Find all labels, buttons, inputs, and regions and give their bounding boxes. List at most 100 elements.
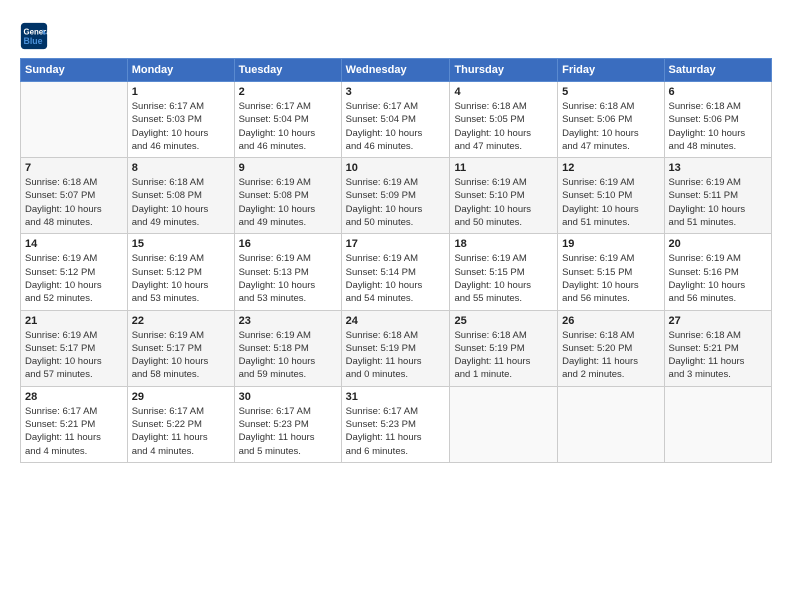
day-info: Sunrise: 6:18 AM Sunset: 5:05 PM Dayligh…: [454, 100, 553, 153]
logo: General Blue: [20, 22, 52, 50]
day-info: Sunrise: 6:19 AM Sunset: 5:17 PM Dayligh…: [25, 329, 123, 382]
calendar-cell: 6 Sunrise: 6:18 AM Sunset: 5:06 PM Daylig…: [664, 82, 771, 158]
day-info: Sunrise: 6:17 AM Sunset: 5:04 PM Dayligh…: [346, 100, 446, 153]
day-number: 11: [454, 162, 553, 174]
day-number: 17: [346, 238, 446, 250]
header-cell-sunday: Sunday: [21, 59, 128, 82]
day-number: 14: [25, 238, 123, 250]
day-info: Sunrise: 6:18 AM Sunset: 5:19 PM Dayligh…: [454, 329, 553, 382]
day-number: 8: [132, 162, 230, 174]
day-info: Sunrise: 6:18 AM Sunset: 5:06 PM Dayligh…: [669, 100, 767, 153]
day-info: Sunrise: 6:19 AM Sunset: 5:14 PM Dayligh…: [346, 252, 446, 305]
calendar-cell: 13Sunrise: 6:19 AM Sunset: 5:11 PM Dayli…: [664, 158, 771, 234]
day-number: 5: [562, 86, 659, 98]
calendar-cell: 10 Sunrise: 6:19 AM Sunset: 5:09 PM Dayli…: [341, 158, 450, 234]
calendar-body: 1Sunrise: 6:17 AM Sunset: 5:03 PM Daylig…: [21, 82, 772, 463]
calendar-cell: 30 Sunrise: 6:17 AM Sunset: 5:23 PM Dayli…: [234, 386, 341, 462]
header-cell-monday: Monday: [127, 59, 234, 82]
day-number: 6: [669, 86, 767, 98]
header-row: SundayMondayTuesdayWednesdayThursdayFrid…: [21, 59, 772, 82]
week-row-0: 1Sunrise: 6:17 AM Sunset: 5:03 PM Daylig…: [21, 82, 772, 158]
day-number: 13: [669, 162, 767, 174]
calendar-cell: 21 Sunrise: 6:19 AM Sunset: 5:17 PM Dayli…: [21, 310, 128, 386]
day-info: Sunrise: 6:18 AM Sunset: 5:08 PM Dayligh…: [132, 176, 230, 229]
calendar-cell: [21, 82, 128, 158]
svg-text:Blue: Blue: [24, 36, 43, 46]
calendar-table: SundayMondayTuesdayWednesdayThursdayFrid…: [20, 58, 772, 463]
week-row-1: 7 Sunrise: 6:18 AM Sunset: 5:07 PM Daylig…: [21, 158, 772, 234]
day-number: 23: [239, 315, 337, 327]
week-row-4: 28 Sunrise: 6:17 AM Sunset: 5:21 PM Dayli…: [21, 386, 772, 462]
calendar-cell: 12 Sunrise: 6:19 AM Sunset: 5:10 PM Dayli…: [558, 158, 664, 234]
day-info: Sunrise: 6:19 AM Sunset: 5:18 PM Dayligh…: [239, 329, 337, 382]
day-info: Sunrise: 6:18 AM Sunset: 5:21 PM Dayligh…: [669, 329, 767, 382]
day-number: 16: [239, 238, 337, 250]
calendar-cell: 5 Sunrise: 6:18 AM Sunset: 5:06 PM Daylig…: [558, 82, 664, 158]
calendar-cell: 22Sunrise: 6:19 AM Sunset: 5:17 PM Dayli…: [127, 310, 234, 386]
header-cell-wednesday: Wednesday: [341, 59, 450, 82]
day-number: 20: [669, 238, 767, 250]
day-number: 9: [239, 162, 337, 174]
day-info: Sunrise: 6:18 AM Sunset: 5:20 PM Dayligh…: [562, 329, 659, 382]
page: General Blue SundayMondayTuesdayWednesda…: [0, 0, 792, 473]
day-number: 15: [132, 238, 230, 250]
day-number: 29: [132, 391, 230, 403]
calendar-cell: 23 Sunrise: 6:19 AM Sunset: 5:18 PM Dayli…: [234, 310, 341, 386]
day-info: Sunrise: 6:19 AM Sunset: 5:16 PM Dayligh…: [669, 252, 767, 305]
calendar-cell: 31 Sunrise: 6:17 AM Sunset: 5:23 PM Dayli…: [341, 386, 450, 462]
day-number: 24: [346, 315, 446, 327]
day-info: Sunrise: 6:18 AM Sunset: 5:06 PM Dayligh…: [562, 100, 659, 153]
day-info: Sunrise: 6:17 AM Sunset: 5:23 PM Dayligh…: [239, 405, 337, 458]
day-number: 25: [454, 315, 553, 327]
day-number: 7: [25, 162, 123, 174]
calendar-cell: 2 Sunrise: 6:17 AM Sunset: 5:04 PM Daylig…: [234, 82, 341, 158]
day-info: Sunrise: 6:19 AM Sunset: 5:15 PM Dayligh…: [562, 252, 659, 305]
day-number: 31: [346, 391, 446, 403]
calendar-cell: 4 Sunrise: 6:18 AM Sunset: 5:05 PM Daylig…: [450, 82, 558, 158]
day-number: 30: [239, 391, 337, 403]
day-number: 12: [562, 162, 659, 174]
calendar-cell: [558, 386, 664, 462]
day-number: 26: [562, 315, 659, 327]
day-info: Sunrise: 6:18 AM Sunset: 5:07 PM Dayligh…: [25, 176, 123, 229]
calendar-cell: [664, 386, 771, 462]
day-info: Sunrise: 6:17 AM Sunset: 5:21 PM Dayligh…: [25, 405, 123, 458]
calendar-cell: 29Sunrise: 6:17 AM Sunset: 5:22 PM Dayli…: [127, 386, 234, 462]
day-number: 28: [25, 391, 123, 403]
calendar-cell: 14 Sunrise: 6:19 AM Sunset: 5:12 PM Dayli…: [21, 234, 128, 310]
day-info: Sunrise: 6:17 AM Sunset: 5:23 PM Dayligh…: [346, 405, 446, 458]
week-row-2: 14 Sunrise: 6:19 AM Sunset: 5:12 PM Dayli…: [21, 234, 772, 310]
header-cell-tuesday: Tuesday: [234, 59, 341, 82]
day-info: Sunrise: 6:19 AM Sunset: 5:12 PM Dayligh…: [25, 252, 123, 305]
day-info: Sunrise: 6:19 AM Sunset: 5:09 PM Dayligh…: [346, 176, 446, 229]
week-row-3: 21 Sunrise: 6:19 AM Sunset: 5:17 PM Dayli…: [21, 310, 772, 386]
calendar-cell: 27 Sunrise: 6:18 AM Sunset: 5:21 PM Dayli…: [664, 310, 771, 386]
day-info: Sunrise: 6:19 AM Sunset: 5:13 PM Dayligh…: [239, 252, 337, 305]
calendar-cell: 9 Sunrise: 6:19 AM Sunset: 5:08 PM Daylig…: [234, 158, 341, 234]
calendar-cell: 3 Sunrise: 6:17 AM Sunset: 5:04 PM Daylig…: [341, 82, 450, 158]
day-info: Sunrise: 6:18 AM Sunset: 5:19 PM Dayligh…: [346, 329, 446, 382]
header-cell-saturday: Saturday: [664, 59, 771, 82]
calendar-cell: 1Sunrise: 6:17 AM Sunset: 5:03 PM Daylig…: [127, 82, 234, 158]
calendar-cell: 18 Sunrise: 6:19 AM Sunset: 5:15 PM Dayli…: [450, 234, 558, 310]
calendar-cell: 28 Sunrise: 6:17 AM Sunset: 5:21 PM Dayli…: [21, 386, 128, 462]
day-info: Sunrise: 6:19 AM Sunset: 5:08 PM Dayligh…: [239, 176, 337, 229]
day-number: 18: [454, 238, 553, 250]
calendar-header: SundayMondayTuesdayWednesdayThursdayFrid…: [21, 59, 772, 82]
calendar-cell: 24 Sunrise: 6:18 AM Sunset: 5:19 PM Dayli…: [341, 310, 450, 386]
day-info: Sunrise: 6:17 AM Sunset: 5:04 PM Dayligh…: [239, 100, 337, 153]
day-number: 4: [454, 86, 553, 98]
day-number: 21: [25, 315, 123, 327]
calendar-cell: 11Sunrise: 6:19 AM Sunset: 5:10 PM Dayli…: [450, 158, 558, 234]
calendar-cell: 8 Sunrise: 6:18 AM Sunset: 5:08 PM Daylig…: [127, 158, 234, 234]
day-info: Sunrise: 6:19 AM Sunset: 5:12 PM Dayligh…: [132, 252, 230, 305]
day-number: 2: [239, 86, 337, 98]
day-info: Sunrise: 6:19 AM Sunset: 5:10 PM Dayligh…: [562, 176, 659, 229]
day-number: 22: [132, 315, 230, 327]
day-number: 27: [669, 315, 767, 327]
calendar-cell: 17 Sunrise: 6:19 AM Sunset: 5:14 PM Dayli…: [341, 234, 450, 310]
day-number: 3: [346, 86, 446, 98]
day-info: Sunrise: 6:19 AM Sunset: 5:15 PM Dayligh…: [454, 252, 553, 305]
header-cell-friday: Friday: [558, 59, 664, 82]
day-number: 10: [346, 162, 446, 174]
